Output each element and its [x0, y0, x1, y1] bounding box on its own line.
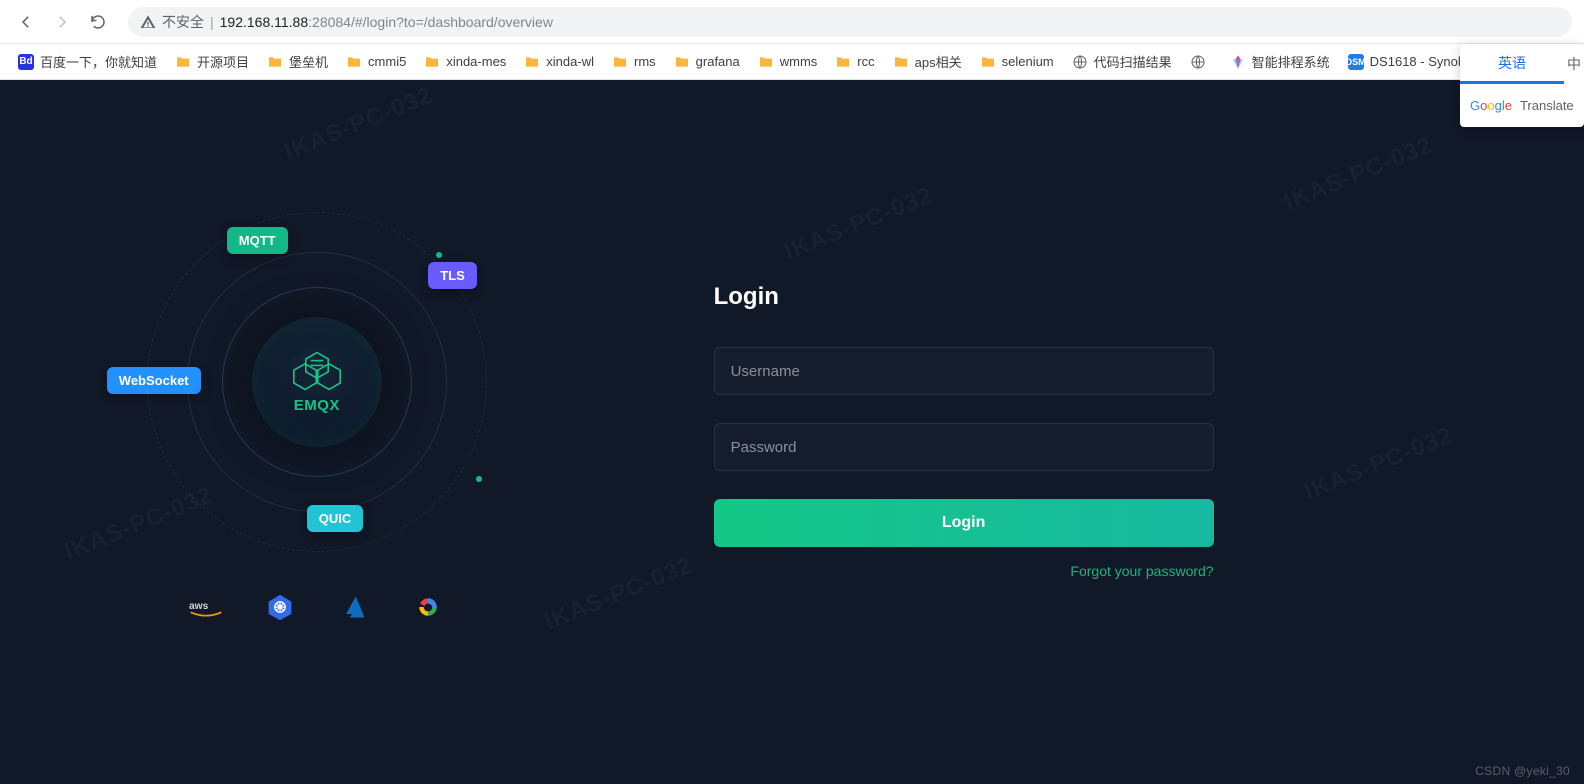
password-input[interactable]: [714, 423, 1214, 471]
bookmark-label: 代码扫描结果: [1094, 52, 1172, 71]
login-title: Login: [714, 283, 1214, 311]
google-logo-icon: Google: [1470, 98, 1512, 113]
folder-icon: [612, 54, 628, 70]
separator: |: [210, 14, 214, 30]
login-button[interactable]: Login: [714, 499, 1214, 547]
bookmark-label: aps相关: [915, 52, 962, 71]
bookmark-item[interactable]: [1182, 50, 1220, 74]
chip-tls: TLS: [428, 262, 477, 289]
warning-icon: [140, 14, 156, 30]
bookmark-item[interactable]: rms: [604, 50, 664, 74]
bookmark-label: xinda-wl: [546, 54, 594, 69]
bookmark-label: selenium: [1002, 54, 1054, 69]
bookmark-item[interactable]: xinda-mes: [416, 50, 514, 74]
credit-watermark: CSDN @yeki_30: [1475, 764, 1570, 778]
bookmark-item[interactable]: grafana: [666, 50, 748, 74]
cloud-provider-row: aws: [189, 592, 445, 622]
folder-icon: [835, 54, 851, 70]
orbit-graphic: EMQX MQTT TLS QUIC WebSocket: [137, 202, 497, 562]
globe-icon: [1072, 54, 1088, 70]
bookmark-item[interactable]: rcc: [827, 50, 882, 74]
arrow-right-icon: [53, 13, 71, 31]
forgot-password-link[interactable]: Forgot your password?: [1070, 563, 1213, 579]
bookmark-item[interactable]: xinda-wl: [516, 50, 602, 74]
bookmark-label: 堡垒机: [289, 52, 328, 71]
username-input[interactable]: [714, 347, 1214, 395]
translate-tab-chinese[interactable]: 中: [1564, 44, 1584, 84]
dsm-icon: DSM: [1348, 54, 1364, 70]
folder-icon: [758, 54, 774, 70]
bookmark-item[interactable]: wmms: [750, 50, 826, 74]
folder-icon: [980, 54, 996, 70]
svg-text:aws: aws: [189, 601, 209, 612]
forward-button[interactable]: [48, 8, 76, 36]
insecure-indicator: 不安全: [140, 12, 204, 32]
azure-icon: [337, 592, 371, 622]
bookmark-label: wmms: [780, 54, 818, 69]
arrow-left-icon: [17, 13, 35, 31]
chip-quic: QUIC: [307, 505, 364, 532]
translate-brand: Translate: [1520, 98, 1574, 113]
folder-icon: [175, 54, 191, 70]
bookmark-item[interactable]: 智能排程系统: [1222, 48, 1338, 75]
chip-mqtt: MQTT: [227, 227, 288, 254]
baidu-icon: Bd: [18, 54, 34, 70]
bookmark-label: rcc: [857, 54, 874, 69]
reload-icon: [89, 13, 107, 31]
bookmark-label: 开源项目: [197, 52, 249, 71]
bookmark-label: 智能排程系统: [1252, 52, 1330, 71]
chip-websocket: WebSocket: [107, 367, 201, 394]
bookmark-label: xinda-mes: [446, 54, 506, 69]
bookmark-label: cmmi5: [368, 54, 406, 69]
folder-icon: [346, 54, 362, 70]
page-content: IKAS-PC-032 IKAS-PC-032 IKAS-PC-032 IKAS…: [0, 80, 1584, 784]
bookmark-item[interactable]: 开源项目: [167, 48, 257, 75]
login-form: Login Login Forgot your password?: [714, 283, 1214, 581]
login-panel: Login Login Forgot your password?: [634, 80, 1584, 784]
bookmark-label: 百度一下，你就知道: [40, 52, 157, 71]
diamond-icon: [1230, 54, 1246, 70]
folder-icon: [893, 54, 909, 70]
bookmark-item[interactable]: 代码扫描结果: [1064, 48, 1180, 75]
google-cloud-icon: [411, 592, 445, 622]
folder-icon: [267, 54, 283, 70]
hero-panel: EMQX MQTT TLS QUIC WebSocket aws: [0, 80, 634, 784]
bookmark-bar: Bd 百度一下，你就知道 开源项目 堡垒机 cmmi5 xinda-mes xinda-wl…: [0, 44, 1584, 80]
bookmark-item[interactable]: selenium: [972, 50, 1062, 74]
bookmark-label: rms: [634, 54, 656, 69]
folder-icon: [674, 54, 690, 70]
bookmark-item[interactable]: cmmi5: [338, 50, 414, 74]
reload-button[interactable]: [84, 8, 112, 36]
bookmark-item[interactable]: 堡垒机: [259, 48, 336, 75]
kubernetes-icon: [263, 592, 297, 622]
folder-icon: [424, 54, 440, 70]
aws-icon: aws: [189, 592, 223, 622]
bookmark-item[interactable]: Bd 百度一下，你就知道: [10, 48, 165, 75]
browser-toolbar: 不安全 | 192.168.11.88:28084/#/login?to=/da…: [0, 0, 1584, 44]
address-bar[interactable]: 不安全 | 192.168.11.88:28084/#/login?to=/da…: [128, 7, 1572, 37]
back-button[interactable]: [12, 8, 40, 36]
globe-icon: [1190, 54, 1206, 70]
url-text: 192.168.11.88:28084/#/login?to=/dashboar…: [220, 14, 553, 30]
bookmark-item[interactable]: aps相关: [885, 48, 970, 75]
folder-icon: [524, 54, 540, 70]
translate-tab-english[interactable]: 英语: [1460, 44, 1564, 84]
translate-popup: 英语 中 Google Translate: [1460, 44, 1584, 127]
bookmark-label: grafana: [696, 54, 740, 69]
insecure-label: 不安全: [162, 12, 204, 32]
